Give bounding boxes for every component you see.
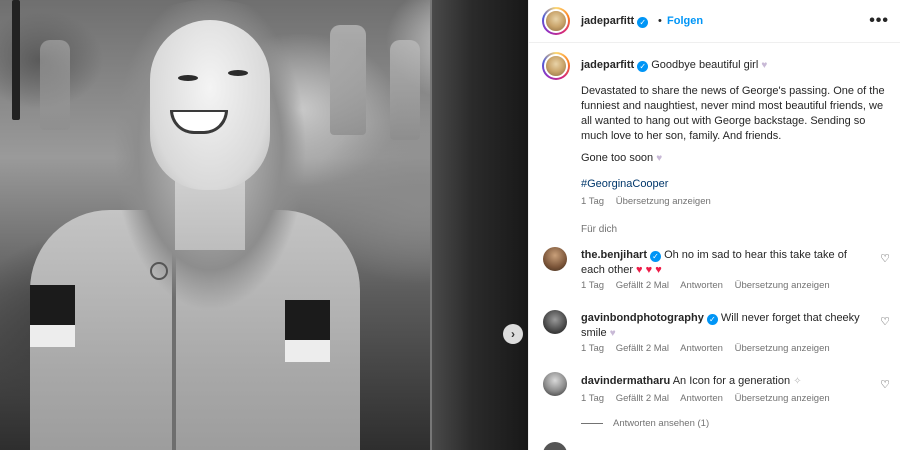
like-comment-icon[interactable]: ♡ [880,315,890,328]
verified-badge-icon: ✓ [637,17,649,28]
eye [228,70,248,76]
more-options-icon[interactable]: ••• [869,12,889,30]
author-username[interactable]: jadeparfitt ✓ [581,15,649,28]
caption-body: Devastated to share the news of George's… [581,85,885,142]
like-comment-icon[interactable]: ♡ [880,252,890,265]
neck [175,180,245,250]
verified-badge-icon: ✓ [706,314,718,325]
white-heart-icon: ♥ [609,328,616,339]
caption-time: 1 Tag [581,196,605,207]
comment-avatar[interactable] [543,247,567,271]
white-heart-icon: ♥ [656,153,663,164]
comment-meta: 1 Tag Gefällt 2 Mal Antworten Übersetzun… [581,343,839,354]
lamp-post [12,0,20,120]
comment-body: davindermatharu An Icon for a generation… [581,374,871,389]
comment-username[interactable]: gavinbondphotography [581,312,704,324]
comment-username[interactable]: davindermatharu [581,375,670,387]
sleeve-stripe [30,325,75,347]
sleeve-stripe [30,285,75,325]
comment-translate-link[interactable]: Übersetzung anzeigen [735,393,830,404]
face [150,20,270,190]
replies-divider [581,422,603,424]
eye [178,75,198,81]
caption-hashtag[interactable]: #GeorginaCooper [581,178,668,190]
tree-trunk [430,0,528,450]
comment-translate-link[interactable]: Übersetzung anzeigen [735,280,830,291]
comment-time: 1 Tag [581,280,605,291]
comment-avatar[interactable] [543,372,567,396]
comment-reply-button[interactable]: Antworten [680,343,723,354]
verified-badge-icon: ✓ [637,61,649,72]
post-panel: jadeparfitt ✓ • Folgen ••• jadeparfitt ✓ G… [528,0,900,450]
comment-time: 1 Tag [581,343,605,354]
caption-translate-link[interactable]: Übersetzung anzeigen [616,196,711,207]
follow-button[interactable]: Folgen [667,15,703,27]
comment-likes[interactable]: Gefällt 2 Mal [616,393,669,404]
next-image-button[interactable]: › [503,324,523,344]
red-heart-icon: ♥ ♥ ♥ [636,264,662,276]
background-person [40,40,70,130]
sparkle-icon: ✧ [793,376,802,387]
like-comment-icon[interactable]: ♡ [880,378,890,391]
comment-likes[interactable]: Gefällt 2 Mal [616,280,669,291]
caption-meta: 1 Tag Übersetzung anzeigen [581,196,720,207]
comment-text: An Icon for a generation [672,375,791,387]
comment-reply-button[interactable]: Antworten [680,280,723,291]
comment-body: gavinbondphotography ✓ Will never forget … [581,311,871,341]
caption-username[interactable]: jadeparfitt [581,59,634,71]
verified-badge-icon: ✓ [650,251,662,262]
caption-avatar[interactable] [542,52,570,80]
caption-headline-text: Goodbye beautiful girl [651,59,759,71]
comment-body: the.benjihart ✓ Oh no im sad to hear this… [581,248,871,278]
comment-reply-button[interactable]: Antworten [680,393,723,404]
post-header: jadeparfitt ✓ • Folgen ••• [529,0,900,43]
comment-avatar[interactable] [543,310,567,334]
separator-dot: • [658,15,662,27]
background-person [390,40,420,140]
for-you-label: Für dich [581,224,618,235]
comment-time: 1 Tag [581,393,605,404]
author-avatar[interactable] [542,7,570,35]
post-photo: › [0,0,528,450]
comment-meta: 1 Tag Gefällt 2 Mal Antworten Übersetzun… [581,393,839,404]
comment-translate-link[interactable]: Übersetzung anzeigen [735,343,830,354]
necklace-pendant [150,262,168,280]
background-person [330,25,366,135]
comment-meta: 1 Tag Gefällt 2 Mal Antworten Übersetzun… [581,280,839,291]
caption-closing: Gone too soon ♥ [581,152,663,164]
comment-username[interactable]: the.benjihart [581,249,647,261]
view-replies-button[interactable]: Antworten ansehen (1) [581,418,709,429]
comment-likes[interactable]: Gefällt 2 Mal [616,343,669,354]
white-heart-icon: ♥ [761,60,768,71]
chevron-right-icon: › [511,327,515,341]
comment-avatar[interactable] [543,442,567,450]
caption-headline: jadeparfitt ✓ Goodbye beautiful girl ♥ [581,58,881,73]
